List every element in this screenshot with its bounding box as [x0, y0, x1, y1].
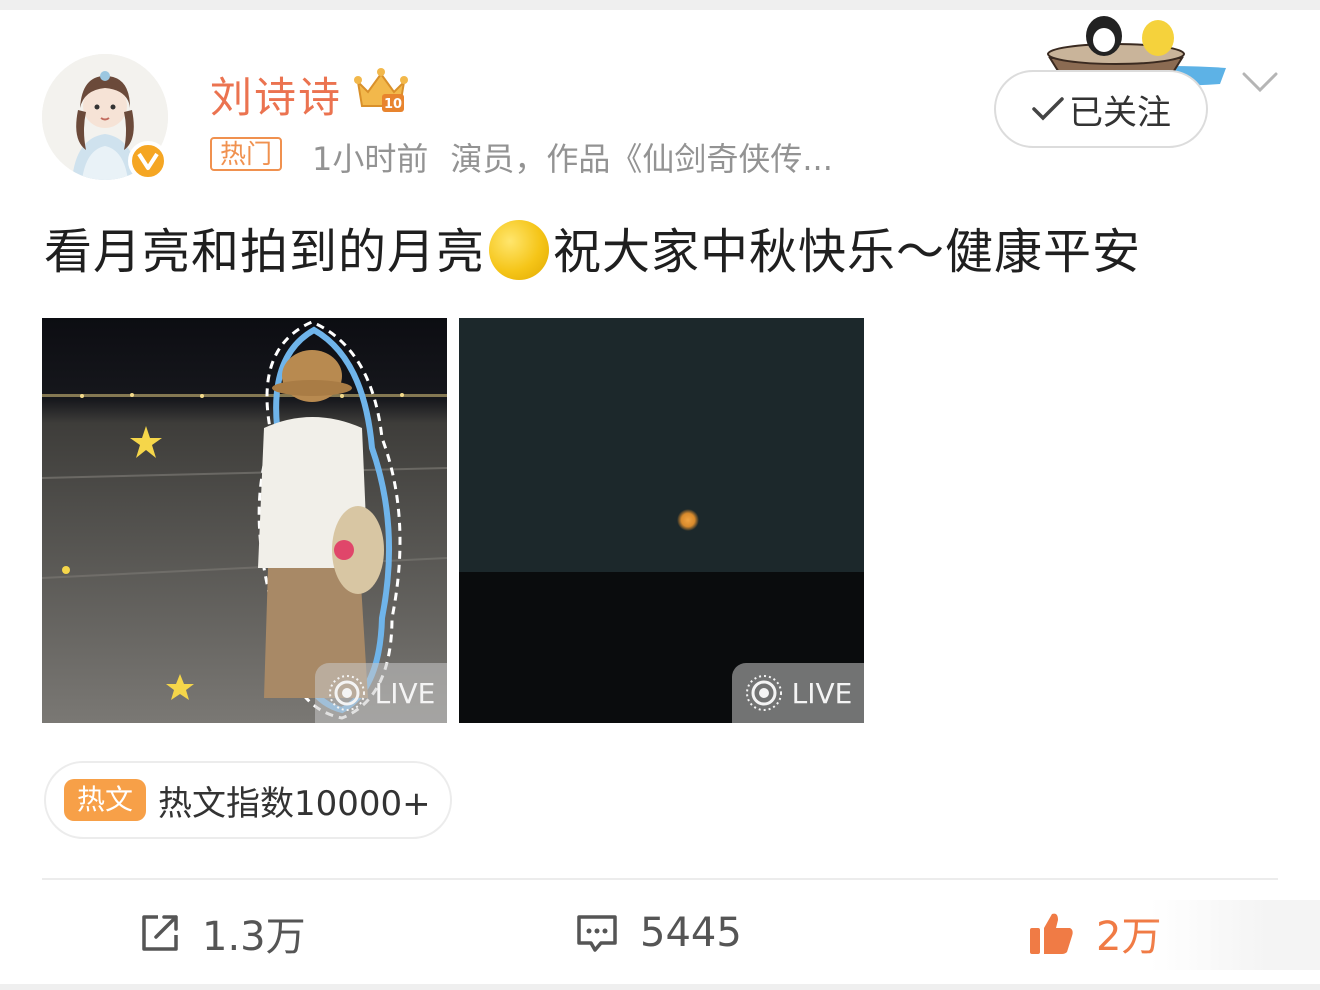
- right-edge-fade: [1150, 900, 1320, 970]
- post-photo-1[interactable]: LIVE: [42, 318, 447, 723]
- live-label: LIVE: [374, 676, 436, 710]
- follow-button[interactable]: 已关注: [994, 70, 1208, 148]
- author-name[interactable]: 刘诗诗: [210, 64, 342, 125]
- bottom-divider: [0, 984, 1320, 990]
- thumbs-up-icon: [1030, 913, 1073, 954]
- repost-button[interactable]: 1.3万: [138, 905, 306, 961]
- post-photo-2[interactable]: LIVE: [459, 318, 864, 723]
- vip-level: 10: [384, 97, 402, 112]
- post-text-part1: 看月亮和拍到的月亮: [44, 224, 486, 280]
- post-meta: 1小时前 演员，作品《仙剑奇侠传...: [312, 134, 833, 180]
- hot-article-pill[interactable]: 热文 热文指数10000+: [44, 761, 452, 839]
- repost-icon: [142, 915, 178, 951]
- hot-article-label: 热文指数10000+: [158, 783, 431, 824]
- live-label: LIVE: [791, 676, 853, 710]
- live-photo-icon: [328, 675, 365, 711]
- like-button[interactable]: 2万: [1026, 905, 1161, 961]
- full-moon-emoji-icon: [489, 220, 550, 280]
- author-description: 演员，作品《仙剑奇侠传...: [450, 140, 833, 178]
- live-photo-icon: [745, 675, 782, 711]
- live-badge[interactable]: LIVE: [315, 663, 447, 723]
- hot-article-icon: 热文: [64, 779, 146, 821]
- post-time: 1小时前: [312, 140, 429, 178]
- post-text: 看月亮和拍到的月亮 祝大家中秋快乐～健康平安: [44, 212, 1141, 282]
- action-divider: [42, 878, 1278, 880]
- check-icon: [1032, 97, 1064, 121]
- verified-badge-icon: [128, 141, 168, 181]
- repost-count: 1.3万: [202, 914, 306, 960]
- chevron-down-icon[interactable]: [1240, 66, 1280, 96]
- hot-tag: 热门: [210, 137, 283, 171]
- vip-crown-icon: 10: [354, 68, 408, 112]
- comment-count: 5445: [640, 910, 742, 956]
- live-badge[interactable]: LIVE: [732, 663, 864, 723]
- comment-button[interactable]: 5445: [574, 905, 742, 961]
- post-text-part2: 祝大家中秋快乐～健康平安: [553, 224, 1142, 280]
- comment-icon: [577, 915, 617, 952]
- follow-label: 已关注: [1069, 92, 1171, 133]
